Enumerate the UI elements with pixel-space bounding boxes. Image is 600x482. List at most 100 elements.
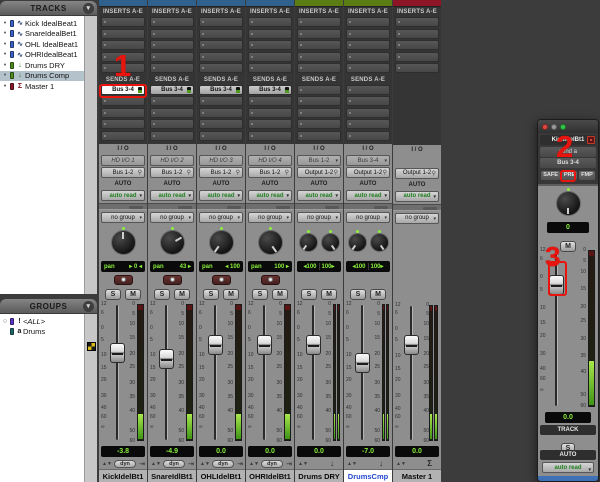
mute-button[interactable]: M bbox=[370, 288, 386, 300]
insert-slot[interactable] bbox=[297, 63, 341, 73]
pan-knob[interactable] bbox=[110, 227, 136, 255]
insert-slot[interactable] bbox=[346, 63, 390, 73]
automation-mode-button[interactable]: auto read ▾ bbox=[199, 190, 243, 201]
mute-button[interactable]: M bbox=[272, 288, 288, 300]
send-slot[interactable] bbox=[297, 107, 341, 118]
track-list-item[interactable]: • ∿ SnareIdealBet1 bbox=[0, 29, 84, 40]
automation-mode-button[interactable]: auto read ▾ bbox=[297, 190, 341, 201]
input-path-button[interactable]: HD I/O 4 bbox=[248, 155, 292, 166]
tracks-panel-header[interactable]: TRACKS ▾ bbox=[0, 1, 97, 16]
groups-panel-menu-icon[interactable]: ▾ bbox=[83, 301, 94, 312]
tracks-panel-menu-icon[interactable]: ▾ bbox=[83, 3, 94, 14]
strip-name[interactable]: Master 1 bbox=[393, 469, 441, 482]
output-path-button[interactable]: Bus 1-2 ⚲ bbox=[199, 167, 243, 178]
pan-knob[interactable] bbox=[208, 227, 234, 255]
dyn-view-button[interactable]: dyn bbox=[114, 459, 136, 468]
insert-slot[interactable] bbox=[346, 28, 390, 39]
insert-slot[interactable] bbox=[248, 63, 292, 73]
output-path-button[interactable]: Bus 1-2 ⚲ bbox=[248, 167, 292, 178]
group-assignment-button[interactable]: no group ▾ bbox=[346, 212, 390, 223]
output-path-button[interactable]: Output 1-2 ⚲ bbox=[395, 167, 439, 179]
send-slot[interactable] bbox=[150, 119, 194, 129]
track-list-item[interactable]: • Σ Master 1 bbox=[0, 81, 84, 92]
send-slot[interactable] bbox=[297, 130, 341, 141]
insert-slot[interactable] bbox=[395, 63, 439, 73]
group-assignment-button[interactable]: no group ▾ bbox=[297, 212, 341, 223]
track-show-dot-icon[interactable]: • bbox=[2, 20, 8, 27]
insert-slot[interactable] bbox=[199, 17, 243, 27]
group-list-item[interactable]: ○! <ALL> bbox=[0, 316, 84, 327]
send-slot[interactable] bbox=[248, 130, 292, 141]
send-slot[interactable] bbox=[248, 96, 292, 106]
group-assignment-button[interactable]: no group ▾ bbox=[150, 212, 194, 223]
safe-button[interactable]: SAFE bbox=[541, 170, 560, 180]
insert-slot[interactable] bbox=[395, 40, 439, 50]
input-path-button[interactable]: Bus 3-4 ▾ bbox=[346, 155, 390, 166]
automation-mode-button[interactable]: auto read ▾ bbox=[346, 190, 390, 201]
groups-panel-header[interactable]: GROUPS ▾ bbox=[0, 299, 97, 314]
send-slot[interactable] bbox=[248, 107, 292, 118]
record-enable-button[interactable] bbox=[113, 274, 133, 285]
fader-stepper-icon[interactable]: ▲▼ bbox=[200, 461, 210, 466]
input-path-button[interactable]: Bus 1-2 ▾ bbox=[297, 155, 341, 166]
send-slot[interactable] bbox=[199, 96, 243, 106]
mute-button[interactable]: M bbox=[321, 288, 337, 300]
send-slot[interactable] bbox=[346, 130, 390, 141]
send-assignment-button[interactable]: Bus 3-4 bbox=[199, 84, 243, 95]
send-slot[interactable] bbox=[150, 96, 194, 106]
insert-slot[interactable] bbox=[199, 28, 243, 39]
mute-button[interactable]: M bbox=[223, 288, 239, 300]
insert-slot[interactable] bbox=[248, 51, 292, 62]
send-slot[interactable] bbox=[101, 119, 145, 129]
group-list-item[interactable]: a Drums bbox=[0, 327, 84, 338]
track-show-dot-icon[interactable]: • bbox=[2, 30, 8, 37]
send-assignment-button[interactable]: Bus 3-4 bbox=[248, 84, 292, 95]
tracks-scrollbar[interactable] bbox=[84, 16, 97, 294]
fader-stepper-icon[interactable]: ▲▼ bbox=[396, 461, 406, 466]
dyn-view-button[interactable]: dyn bbox=[212, 459, 234, 468]
insert-slot[interactable] bbox=[199, 40, 243, 50]
fader-handle[interactable] bbox=[110, 343, 125, 364]
insert-slot[interactable] bbox=[101, 17, 145, 27]
fader-stepper-icon[interactable]: ▲▼ bbox=[347, 461, 357, 466]
pan-knob[interactable] bbox=[257, 227, 283, 255]
fader-handle[interactable] bbox=[208, 334, 223, 355]
send-slot[interactable] bbox=[150, 130, 194, 141]
send-pan-knob[interactable] bbox=[555, 188, 581, 216]
fader-handle[interactable] bbox=[355, 353, 370, 374]
pan-knob[interactable] bbox=[369, 230, 389, 252]
track-list-item[interactable]: • ∿ OHRIdealBeat1 bbox=[0, 50, 84, 61]
insert-slot[interactable] bbox=[150, 63, 194, 73]
insert-slot[interactable] bbox=[150, 28, 194, 39]
automation-mode-button[interactable]: auto read ▾ bbox=[395, 190, 439, 202]
insert-slot[interactable] bbox=[150, 40, 194, 50]
strip-name[interactable]: OHLIdelBt1 bbox=[197, 469, 245, 482]
group-assignment-button[interactable]: no group ▾ bbox=[248, 212, 292, 223]
track-show-dot-icon[interactable]: • bbox=[2, 83, 8, 90]
pan-knob[interactable] bbox=[320, 230, 340, 252]
input-path-button[interactable]: HD I/O 1 bbox=[101, 155, 145, 166]
send-slot[interactable] bbox=[150, 107, 194, 118]
insert-slot[interactable] bbox=[395, 17, 439, 27]
insert-slot[interactable] bbox=[297, 51, 341, 62]
solo-button[interactable]: S bbox=[154, 288, 170, 300]
dyn-view-button[interactable]: dyn bbox=[261, 459, 283, 468]
strip-name[interactable]: KickIdelBt1 bbox=[99, 469, 147, 482]
send-slot[interactable] bbox=[297, 96, 341, 106]
insert-slot[interactable] bbox=[346, 40, 390, 50]
pan-knob[interactable] bbox=[298, 230, 318, 252]
fader-handle[interactable] bbox=[159, 349, 174, 370]
send-slot[interactable] bbox=[248, 119, 292, 129]
record-enable-button[interactable] bbox=[211, 274, 231, 285]
track-show-dot-icon[interactable]: • bbox=[2, 62, 8, 69]
track-list-item[interactable]: • ∿ OHL IdealBeat1 bbox=[0, 39, 84, 50]
send-automation-mode[interactable]: auto read ▾ bbox=[542, 462, 594, 473]
solo-button[interactable]: S bbox=[301, 288, 317, 300]
group-color-checker-icon[interactable] bbox=[87, 342, 96, 351]
fader-handle[interactable] bbox=[306, 334, 321, 355]
insert-slot[interactable] bbox=[346, 51, 390, 62]
input-path-button[interactable]: HD I/O 3 bbox=[199, 155, 243, 166]
output-path-button[interactable]: Bus 1-2 ⚲ bbox=[101, 167, 145, 178]
track-list-item[interactable]: • ↓ Drums Comp bbox=[0, 70, 84, 81]
automation-mode-button[interactable]: auto read ▾ bbox=[150, 190, 194, 201]
